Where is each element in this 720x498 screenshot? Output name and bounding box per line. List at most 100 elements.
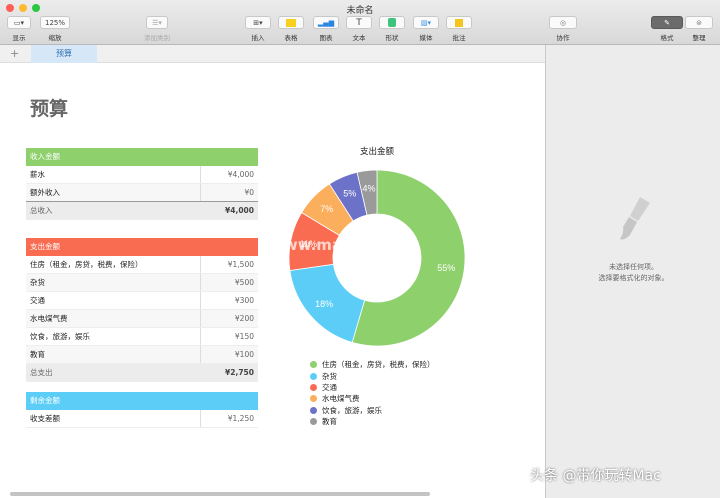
table-icon bbox=[278, 16, 304, 29]
legend-label: 杂货 bbox=[322, 371, 337, 381]
page-title: 预算 bbox=[30, 98, 69, 120]
table-label: 表格 bbox=[284, 34, 298, 42]
text-button[interactable]: T 文本 bbox=[345, 16, 373, 42]
format-sidebar: 未选择任何项。 选择要格式化的对象。 bbox=[545, 45, 720, 498]
format-label: 格式 bbox=[660, 34, 674, 42]
zoom-button[interactable]: 125% 缩放 bbox=[38, 16, 72, 42]
format-button[interactable]: ✎ 格式 bbox=[650, 16, 684, 42]
toolbar: 未命名 ▭▾ 显示 125% 缩放 ☰▾ 添加类别 ⊞▾ 插入 表格 ▂▄▆ 图表 T 文本… bbox=[0, 0, 720, 45]
table-row[interactable]: 饮食，旅游，娱乐 ¥150 bbox=[26, 328, 258, 346]
no-selection-text: 未选择任何项。 bbox=[609, 263, 658, 271]
row-value: ¥200 bbox=[234, 314, 254, 323]
table-row[interactable]: 住房（租金，房贷，税费，保险） ¥1,500 bbox=[26, 256, 258, 274]
shape-label: 形状 bbox=[385, 34, 399, 42]
table-row[interactable]: 教育 ¥100 bbox=[26, 346, 258, 364]
legend-item: 教育 bbox=[310, 416, 435, 427]
chart-title: 支出金额 bbox=[359, 147, 394, 157]
total-label: 总支出 bbox=[30, 368, 53, 377]
media-button[interactable]: ▨▾ 媒体 bbox=[412, 16, 440, 42]
income-header: 收入金额 bbox=[26, 148, 258, 166]
slice-label: 7% bbox=[320, 204, 333, 214]
legend-item: 饮食，旅游，娱乐 bbox=[310, 405, 435, 416]
legend-label: 饮食，旅游，娱乐 bbox=[322, 405, 382, 415]
table-row[interactable]: 额外收入 ¥0 bbox=[26, 184, 258, 202]
slice-label: 18% bbox=[315, 299, 333, 309]
shape-button[interactable]: 形状 bbox=[378, 16, 406, 42]
insert-icon: ⊞▾ bbox=[245, 16, 271, 29]
collaborate-icon: ◎ bbox=[549, 16, 577, 29]
chart-button[interactable]: ▂▄▆ 图表 bbox=[312, 16, 340, 42]
table-row[interactable]: 收支差额 ¥1,250 bbox=[26, 410, 258, 428]
remaining-table[interactable]: 剩余金额 收支差额 ¥1,250 bbox=[26, 392, 258, 428]
table-row[interactable]: 薪水 ¥4,000 bbox=[26, 166, 258, 184]
legend-label: 住房（租金，房贷，税费，保险） bbox=[322, 360, 435, 370]
legend-item: 杂货 bbox=[310, 370, 435, 381]
insert-label: 插入 bbox=[251, 34, 265, 42]
row-label: 额外收入 bbox=[26, 184, 201, 201]
row-value: ¥500 bbox=[234, 278, 254, 287]
legend-item: 住房（租金，房贷，税费，保险） bbox=[310, 359, 435, 370]
legend-swatch bbox=[310, 383, 317, 391]
comment-label: 批注 bbox=[452, 34, 466, 42]
list-icon: ☰▾ bbox=[146, 16, 168, 29]
row-label: 教育 bbox=[26, 346, 201, 363]
tab-budget[interactable]: 预算 bbox=[31, 45, 97, 63]
legend-item: 交通 bbox=[310, 382, 435, 393]
row-label: 水电煤气费 bbox=[26, 310, 201, 327]
view-button[interactable]: ▭▾ 显示 bbox=[5, 16, 33, 42]
corner-watermark: 头条 @带你玩转Mac bbox=[530, 468, 661, 484]
remaining-header: 剩余金额 bbox=[26, 392, 258, 410]
legend-swatch bbox=[310, 418, 317, 426]
row-value: ¥1,250 bbox=[227, 414, 254, 423]
add-sheet-button[interactable]: + bbox=[10, 47, 19, 60]
legend-item: 水电煤气费 bbox=[310, 393, 435, 404]
organize-label: 整理 bbox=[692, 34, 706, 42]
comment-icon bbox=[446, 16, 472, 29]
row-value: ¥100 bbox=[234, 350, 254, 359]
add-category-button[interactable]: ☰▾ 添加类别 bbox=[140, 16, 174, 42]
table-button[interactable]: 表格 bbox=[277, 16, 305, 42]
zoom-value: 125% bbox=[40, 16, 70, 29]
legend-swatch bbox=[310, 361, 317, 369]
collaborate-button[interactable]: ◎ 协作 bbox=[548, 16, 578, 42]
table-row[interactable]: 杂货 ¥500 bbox=[26, 274, 258, 292]
table-row[interactable]: 交通 ¥300 bbox=[26, 292, 258, 310]
row-label: 收支差额 bbox=[26, 410, 201, 427]
income-table[interactable]: 收入金额 薪水 ¥4,000 额外收入 ¥0 总收入 ¥4,000 bbox=[26, 148, 258, 220]
expense-table[interactable]: 支出金额 住房（租金，房贷，税费，保险） ¥1,500 杂货 ¥500 交通 ¥300… bbox=[26, 238, 258, 382]
paintbrush-icon bbox=[620, 197, 650, 240]
total-row[interactable]: 总支出 ¥2,750 bbox=[26, 364, 258, 382]
view-label: 显示 bbox=[12, 34, 26, 42]
row-value: ¥4,000 bbox=[227, 170, 254, 179]
row-value: ¥300 bbox=[234, 296, 254, 305]
slice-label: 5% bbox=[343, 189, 356, 199]
total-row[interactable]: 总收入 ¥4,000 bbox=[26, 202, 258, 220]
comment-button[interactable]: 批注 bbox=[445, 16, 473, 42]
total-label: 总收入 bbox=[30, 206, 53, 215]
legend-swatch bbox=[310, 372, 317, 380]
zoom-label: 缩放 bbox=[48, 34, 62, 42]
chart-icon: ▂▄▆ bbox=[313, 16, 339, 29]
media-label: 媒体 bbox=[419, 34, 433, 42]
chart-watermark: www.macjb.com bbox=[270, 236, 408, 254]
legend-swatch bbox=[310, 395, 317, 403]
media-icon: ▨▾ bbox=[413, 16, 439, 29]
table-row[interactable]: 水电煤气费 ¥200 bbox=[26, 310, 258, 328]
expense-header: 支出金额 bbox=[26, 238, 258, 256]
chart-legend: 住房（租金，房贷，税费，保险） 杂货 交通 水电煤气费 饮食，旅游，娱乐 教育 bbox=[310, 359, 435, 427]
legend-label: 教育 bbox=[322, 417, 337, 427]
row-value: ¥1,500 bbox=[227, 260, 254, 269]
row-label: 交通 bbox=[26, 292, 201, 309]
window-title: 未命名 bbox=[346, 6, 374, 16]
insert-button[interactable]: ⊞▾ 插入 bbox=[244, 16, 272, 42]
legend-label: 交通 bbox=[322, 382, 337, 392]
horizontal-scrollbar[interactable] bbox=[10, 492, 430, 496]
sheet-tab-bar: + 预算 bbox=[0, 45, 545, 63]
shape-icon bbox=[379, 16, 405, 29]
add-category-label: 添加类别 bbox=[144, 34, 170, 42]
chart-label: 图表 bbox=[319, 34, 333, 42]
donut-chart[interactable]: 55%18%11%7%5%4% bbox=[282, 163, 472, 353]
organize-button[interactable]: ⊜ 整理 bbox=[684, 16, 714, 42]
slice-label: 4% bbox=[363, 183, 376, 193]
row-label: 饮食，旅游，娱乐 bbox=[26, 328, 201, 345]
